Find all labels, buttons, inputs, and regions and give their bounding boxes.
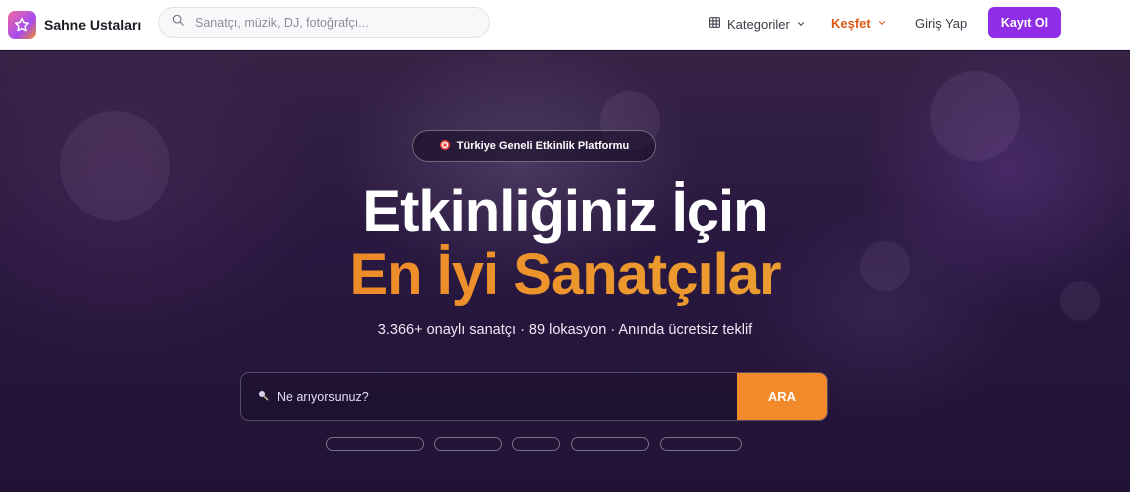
nav-categories-label: Kategoriler [727,16,790,32]
hero-search-field[interactable] [241,373,737,420]
brand-logo[interactable]: Sahne Ustaları [8,0,141,49]
magnifier-icon [257,388,269,406]
signup-button[interactable]: Kayıt Ol [988,7,1061,38]
target-icon [439,139,451,154]
header-search-bar[interactable] [158,7,490,38]
search-button[interactable]: ARA [737,373,827,420]
bokeh-light [930,71,1020,161]
nav-categories[interactable]: Kategoriler [708,16,806,32]
top-navbar: Sahne Ustaları Kategoriler Keşfet Giriş … [0,0,1130,50]
nav-explore-label: Keşfet [831,16,871,31]
platform-badge: Türkiye Geneli Etkinlik Platformu [412,130,656,162]
category-chip[interactable] [512,437,560,451]
category-chips [0,437,1130,451]
search-icon [171,13,185,32]
category-chip[interactable] [660,437,742,451]
header-search-input[interactable] [195,15,477,30]
grid-icon [708,16,721,32]
category-chip[interactable] [571,437,649,451]
hero-subtitle: 3.366+ onaylı sanatçı · 89 lokasyon · An… [377,322,753,338]
hero-search-input[interactable] [277,389,721,404]
hero-title-line1: Etkinliğiniz İçin [362,179,768,244]
chevron-down-icon [796,17,806,32]
brand-name: Sahne Ustaları [44,16,142,33]
chevron-down-icon [877,16,887,31]
hero-search-bar[interactable]: ARA [240,372,828,421]
star-icon [8,10,36,39]
login-link[interactable]: Giriş Yap [915,16,967,31]
nav-explore[interactable]: Keşfet [831,16,887,31]
hero-title-line2: En İyi Sanatçılar [0,241,1130,308]
platform-badge-label: Türkiye Geneli Etkinlik Platformu [456,140,630,152]
category-chip[interactable] [326,437,424,451]
category-chip[interactable] [434,437,502,451]
